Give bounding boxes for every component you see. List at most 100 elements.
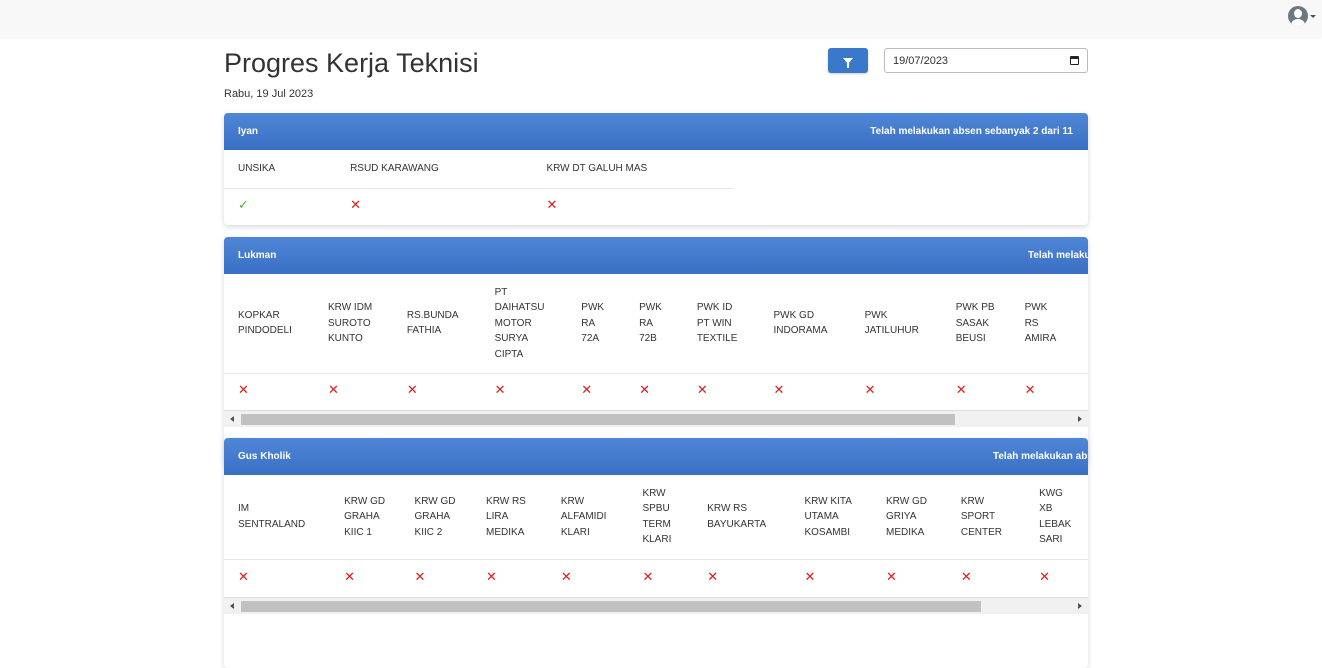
cross-icon: ✕ — [696, 382, 708, 398]
technician-card-lukman: Lukman Telah melakukan absen sebanyak KO… — [224, 237, 1088, 465]
location-cell: PWK RA 72A — [567, 274, 626, 374]
location-cell: PWK RA 72B — [625, 274, 683, 374]
cross-icon: ✕ — [639, 382, 650, 398]
status-cell: ✕ — [693, 559, 791, 597]
scroll-left-icon[interactable] — [230, 416, 234, 422]
user-circle-icon[interactable] — [1288, 6, 1308, 26]
progress-table: UNSIKA RSUD KARAWANG KRW DT GALUH MAS ✓ ✕ ✕ — [224, 150, 734, 225]
progress-table-wrap: UNSIKA RSUD KARAWANG KRW DT GALUH MAS ✓ ✕ ✕ — [224, 150, 1088, 225]
status-cell: ✕ — [472, 559, 547, 597]
status-cell: ✕ — [1077, 373, 1088, 410]
scroll-left-icon[interactable] — [230, 603, 234, 609]
top-navbar — [0, 0, 1322, 37]
status-cell: ✕ — [546, 559, 629, 597]
filter-button[interactable] — [828, 48, 868, 73]
attendance-summary: Telah melakukan absen sebanyak — [993, 451, 1088, 462]
location-cell: KRW KITA UTAMA KOSAMBI — [790, 475, 873, 560]
filter-icon — [843, 57, 853, 68]
date-field[interactable]: 19/07/2023 — [884, 48, 1088, 73]
scroll-thumb[interactable] — [241, 601, 981, 612]
location-cell: PWK PB SASAK BEUSI — [941, 274, 1011, 374]
horizontal-scrollbar[interactable] — [224, 597, 1088, 614]
location-cell: PT DAIHATSU MOTOR SURYA CIPTA — [480, 274, 568, 374]
status-cell: ✕ — [682, 373, 760, 410]
cross-icon: ✕ — [494, 382, 506, 398]
cross-icon: ✕ — [886, 568, 897, 584]
location-cell: PWK JATILUHUR — [850, 274, 942, 374]
location-cell: PWK GD INDORAMA — [759, 274, 851, 374]
location-row: IM SENTRALAND KRW GD GRAHA KIIC 1 KRW GD G… — [224, 475, 1088, 560]
cross-icon: ✕ — [707, 568, 719, 584]
status-cell: ✕ — [625, 373, 683, 410]
status-cell: ✕ — [400, 559, 473, 597]
status-cell: ✕ — [532, 188, 734, 225]
location-cell: KRW DT GALUH MAS — [532, 150, 734, 189]
location-cell: KRW GD GRAHA KIIC 2 — [400, 475, 473, 560]
status-cell: ✕ — [946, 559, 1026, 597]
scroll-thumb[interactable] — [241, 414, 955, 425]
cross-icon: ✕ — [406, 382, 418, 398]
status-cell: ✕ — [1010, 373, 1078, 410]
status-cell: ✕ — [330, 559, 401, 597]
cross-icon: ✕ — [350, 197, 361, 213]
technician-card-gus-kholik: Gus Kholik Telah melakukan absen sebanya… — [224, 438, 1088, 668]
technician-card-iyan: Iyan Telah melakukan absen sebanyak 2 da… — [224, 113, 1088, 225]
cross-icon: ✕ — [238, 568, 249, 584]
calendar-icon[interactable] — [1070, 56, 1079, 65]
technician-name: Lukman — [238, 250, 277, 261]
location-cell: PWK RS AMIRA — [1010, 274, 1078, 374]
status-cell: ✕ — [336, 188, 533, 225]
location-cell: KRW IDM SUROTO KUNTO — [314, 274, 393, 374]
location-cell: KRW ALFAMIDI KLARI — [546, 475, 629, 560]
status-cell: ✕ — [850, 373, 942, 410]
page-date: Rabu, 19 Jul 2023 — [224, 88, 314, 100]
technician-name: Iyan — [238, 126, 259, 137]
status-cell: ✕ — [314, 373, 393, 410]
status-cell: ✕ — [224, 373, 314, 410]
cross-icon: ✕ — [773, 382, 785, 398]
page-title: Progres Kerja Teknisi — [224, 48, 479, 78]
cross-icon: ✕ — [328, 382, 339, 398]
scroll-right-icon[interactable] — [1078, 416, 1082, 422]
status-cell: ✕ — [628, 559, 694, 597]
caret-down-icon[interactable] — [1310, 14, 1316, 18]
card-header: Gus Kholik Telah melakukan absen sebanya… — [224, 438, 1088, 475]
attendance-summary: Telah melakukan absen sebanyak — [1028, 250, 1088, 261]
cross-icon: ✕ — [804, 568, 816, 584]
progress-table: IM SENTRALAND KRW GD GRAHA KIIC 1 KRW GD G… — [224, 475, 1088, 597]
location-cell: KRW SPBU TERM KLARI — [628, 475, 694, 560]
status-cell: ✕ — [567, 373, 626, 410]
user-menu[interactable] — [1288, 6, 1316, 26]
cross-icon: ✕ — [955, 382, 967, 398]
status-cell: ✕ — [759, 373, 851, 410]
location-cell: KRW GD GRAHA KIIC 1 — [330, 475, 401, 560]
horizontal-scrollbar[interactable] — [224, 410, 1088, 427]
card-header: Iyan Telah melakukan absen sebanyak 2 da… — [224, 113, 1088, 150]
location-cell: PWK ID PT WIN TEXTILE — [682, 274, 760, 374]
location-cell: KOPKAR PINDODELI — [224, 274, 314, 374]
location-cell: UNSIKA — [224, 150, 337, 189]
status-cell: ✕ — [941, 373, 1011, 410]
cross-icon: ✕ — [864, 382, 876, 398]
status-cell: ✕ — [790, 559, 873, 597]
cross-icon: ✕ — [486, 568, 497, 584]
location-cell: RSUD KARAWANG — [336, 150, 533, 189]
cross-icon: ✕ — [1039, 568, 1050, 584]
status-cell: ✕ — [480, 373, 568, 410]
status-cell: ✕ — [1025, 559, 1088, 597]
technician-name: Gus Kholik — [238, 451, 291, 462]
location-cell: RS.BUNDA FATHIA — [392, 274, 481, 374]
cross-icon: ✕ — [414, 568, 426, 584]
card-header: Lukman Telah melakukan absen sebanyak — [224, 237, 1088, 274]
cross-icon: ✕ — [1024, 382, 1036, 398]
progress-table-wrap: KOPKAR PINDODELI KRW IDM SUROTO KUNTO RS.B… — [224, 274, 1088, 410]
location-cell: KRW RS BAYUKARTA — [693, 475, 791, 560]
location-cell: IM SENTRALAND — [224, 475, 331, 560]
attendance-summary: Telah melakukan absen sebanyak 2 dari 11 — [870, 126, 1073, 137]
status-cell: ✕ — [224, 559, 331, 597]
cross-icon: ✕ — [546, 197, 558, 213]
status-cell: ✕ — [392, 373, 481, 410]
location-cell: PWK PB KEBON KOLOT 1 — [1077, 274, 1088, 374]
scroll-right-icon[interactable] — [1078, 603, 1082, 609]
status-row: ✓ ✕ ✕ — [224, 188, 734, 225]
